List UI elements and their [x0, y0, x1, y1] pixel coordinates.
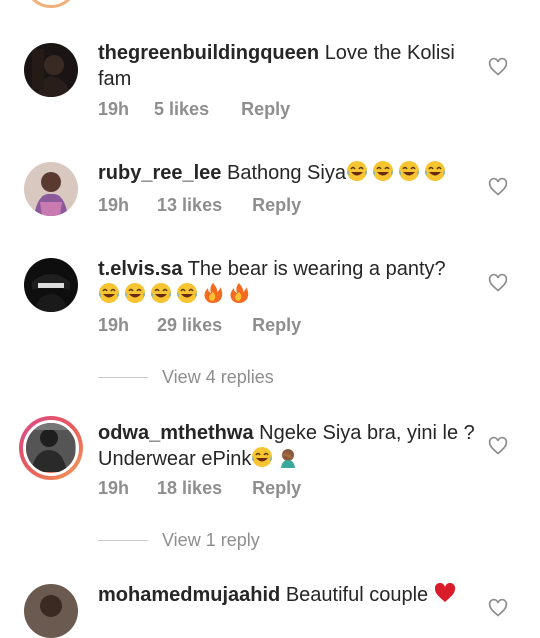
comment-text: mohamedmujaahid Beautiful couple — [98, 582, 476, 608]
replies-divider — [98, 540, 148, 541]
laughing-tears-emoji — [150, 282, 172, 304]
laughing-tears-emoji — [346, 160, 368, 182]
reply-button[interactable]: Reply — [252, 478, 301, 499]
laughing-tears-emoji — [398, 160, 420, 182]
laughing-tears-emoji — [98, 282, 120, 304]
view-replies-button[interactable]: View 4 replies — [98, 367, 274, 388]
avatar — [23, 420, 79, 476]
laughing-tears-emoji — [372, 160, 394, 182]
laughing-tears-emoji — [424, 160, 446, 182]
reply-button[interactable]: Reply — [252, 315, 301, 336]
laughing-tears-emoji — [251, 446, 273, 468]
comment-likes[interactable]: 29 likes — [157, 315, 222, 336]
comment-body: Beautiful couple — [285, 584, 429, 606]
comment-likes[interactable]: 18 likes — [157, 478, 222, 499]
reply-button[interactable]: Reply — [252, 195, 301, 216]
avatar[interactable] — [24, 43, 78, 97]
comment-meta: 19h 18 likes Reply — [98, 478, 301, 499]
reply-button[interactable]: Reply — [241, 99, 290, 120]
avatar[interactable] — [24, 584, 78, 638]
avatar[interactable] — [24, 162, 78, 216]
heart-icon[interactable] — [488, 177, 508, 197]
facepalm-emoji — [277, 446, 299, 468]
emoji-group — [98, 282, 254, 306]
comment-text: t.elvis.sa The bear is wearing a panty? — [98, 256, 476, 308]
comment-meta: 19h 5 likes Reply — [98, 99, 290, 120]
comment-time: 19h — [98, 315, 130, 335]
heart-icon[interactable] — [488, 57, 508, 77]
comment-username[interactable]: mohamedmujaahid — [98, 584, 280, 606]
avatar-with-story-ring[interactable] — [19, 416, 83, 480]
view-replies-button[interactable]: View 1 reply — [98, 530, 260, 551]
comment-username[interactable]: thegreenbuildingqueen — [98, 42, 319, 64]
emoji-group — [251, 446, 303, 470]
heart-icon[interactable] — [488, 273, 508, 293]
red-heart-emoji — [434, 582, 456, 604]
comment-likes[interactable]: 5 likes — [154, 99, 209, 120]
view-replies-label[interactable]: View 4 replies — [162, 367, 274, 388]
laughing-tears-emoji — [124, 282, 146, 304]
comment-text: ruby_ree_lee Bathong Siya — [98, 160, 476, 186]
avatar[interactable] — [24, 258, 78, 312]
comment-meta: 19h 29 likes Reply — [98, 315, 301, 336]
comment-body: Bathong Siya — [226, 162, 346, 184]
replies-divider — [98, 377, 148, 378]
fire-emoji — [228, 282, 250, 304]
comment-time: 19h — [98, 99, 130, 119]
comment-username[interactable]: t.elvis.sa — [98, 258, 183, 280]
heart-icon[interactable] — [488, 436, 508, 456]
comment-time: 19h — [98, 195, 130, 215]
comment-time: 19h — [98, 478, 130, 498]
previous-avatar-ring — [24, 0, 78, 8]
heart-icon[interactable] — [488, 598, 508, 618]
comment-meta: 19h 13 likes Reply — [98, 195, 301, 216]
view-replies-label[interactable]: View 1 reply — [162, 530, 260, 551]
fire-emoji — [202, 282, 224, 304]
laughing-tears-emoji — [176, 282, 198, 304]
comment-body: The bear is wearing a panty? — [187, 258, 446, 280]
emoji-group — [346, 160, 450, 184]
comment-text: odwa_mthethwa Ngeke Siya bra, yini le ? … — [98, 420, 476, 472]
comment-username[interactable]: ruby_ree_lee — [98, 162, 221, 184]
comment-likes[interactable]: 13 likes — [157, 195, 222, 216]
comment-text: thegreenbuildingqueen Love the Kolisi fa… — [98, 40, 476, 92]
comment-username[interactable]: odwa_mthethwa — [98, 422, 254, 444]
